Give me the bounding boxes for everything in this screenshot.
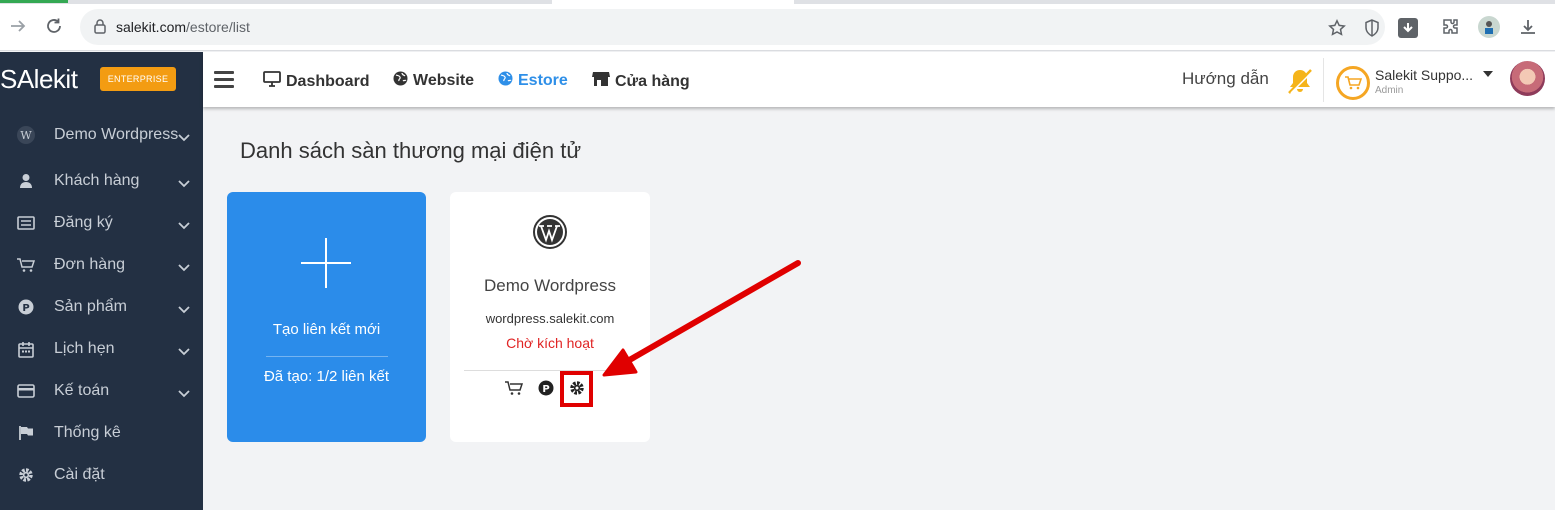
annotation-arrow [602,260,801,377]
